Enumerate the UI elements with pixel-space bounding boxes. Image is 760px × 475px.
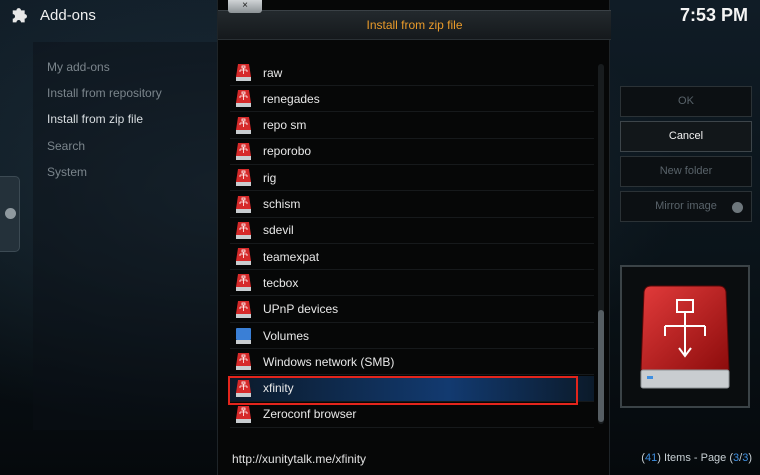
volume-drive-icon: [236, 328, 251, 344]
items-count: 41: [644, 452, 658, 464]
file-list-item[interactable]: teamexpat: [230, 244, 594, 271]
network-drive-icon: [236, 405, 251, 423]
file-list-item-label: schism: [263, 197, 301, 211]
mirror-image-label: Mirror image: [655, 200, 717, 212]
file-list-item[interactable]: schism: [230, 192, 594, 218]
file-list-item[interactable]: Volumes: [230, 323, 594, 349]
items-label: ) Items - Page (: [657, 452, 734, 464]
file-list-item-label: Zeroconf browser: [263, 407, 357, 422]
network-drive-icon: [236, 169, 251, 187]
file-list-item-label: raw: [263, 65, 283, 80]
file-list-item-label: renegades: [263, 91, 320, 106]
network-drive-icon: [236, 195, 251, 213]
menu-item-install-from-repository[interactable]: Install from repository: [47, 86, 162, 100]
radio-toggle-icon: [732, 202, 743, 213]
menu-item-system[interactable]: System: [47, 165, 87, 179]
new-folder-button[interactable]: New folder: [620, 156, 752, 187]
file-list-item-label: Volumes: [263, 328, 310, 343]
file-list-item[interactable]: Zeroconf browser: [230, 402, 594, 428]
file-list-item[interactable]: renegades: [230, 86, 594, 113]
header: Add-ons: [0, 0, 220, 30]
items-page-indicator: (41) Items - Page (3/3): [641, 452, 752, 464]
file-list-item-label: rig: [263, 170, 277, 185]
scrollbar[interactable]: [598, 64, 604, 424]
preview-thumbnail: [620, 265, 750, 408]
file-list-item-label: tecbox: [263, 275, 299, 290]
puzzle-icon: [12, 8, 27, 23]
current-path: http://xunitytalk.me/xfinity: [232, 452, 367, 466]
page-total: 3: [742, 452, 749, 464]
scrollbar-thumb[interactable]: [598, 310, 604, 422]
file-list-item[interactable]: reporobo: [230, 139, 594, 165]
dialog-header: Install from zip file: [218, 10, 611, 40]
file-list-item-label: teamexpat: [263, 249, 320, 264]
network-drive-icon: [640, 285, 730, 389]
network-drive-icon: [236, 300, 251, 318]
side-menu: My add-ons Install from repository Insta…: [33, 42, 217, 430]
network-drive-icon: [236, 248, 251, 266]
dialog-title: Install from zip file: [366, 18, 463, 32]
file-list-item[interactable]: rig: [230, 165, 594, 192]
side-panel-toggle[interactable]: [0, 176, 20, 252]
file-list-item[interactable]: tecbox: [230, 270, 594, 297]
selection-highlight-box: [228, 376, 578, 405]
network-drive-icon: [236, 142, 251, 160]
menu-item-install-from-zip[interactable]: Install from zip file: [47, 112, 143, 126]
network-drive-icon: [236, 221, 251, 239]
app-title: Add-ons: [40, 6, 96, 24]
file-list-item[interactable]: sdevil: [230, 218, 594, 244]
network-drive-icon: [236, 64, 251, 81]
file-list-item-label: reporobo: [263, 144, 312, 159]
file-list-item-label: UPnP devices: [263, 302, 339, 317]
clock: 7:53 PM: [679, 5, 748, 25]
network-drive-icon: [236, 274, 251, 292]
close-button[interactable]: ×: [228, 0, 262, 13]
menu-item-my-addons[interactable]: My add-ons: [47, 60, 110, 74]
network-drive-icon: [236, 116, 251, 134]
network-drive-icon: [236, 90, 251, 108]
file-list-item[interactable]: raw: [230, 60, 594, 86]
file-list-item[interactable]: Windows network (SMB): [230, 349, 594, 376]
file-list-item[interactable]: repo sm: [230, 113, 594, 139]
ok-button[interactable]: OK: [620, 86, 752, 117]
toggle-dot-icon: [5, 208, 16, 219]
file-list-item[interactable]: UPnP devices: [230, 297, 594, 323]
file-list-item-label: sdevil: [263, 223, 294, 238]
cancel-button[interactable]: Cancel: [620, 121, 752, 152]
menu-item-search[interactable]: Search: [47, 139, 85, 153]
mirror-image-toggle[interactable]: Mirror image: [620, 191, 752, 222]
network-drive-icon: [236, 353, 251, 371]
file-list-item-label: repo sm: [263, 118, 307, 133]
file-list-item-label: Windows network (SMB): [263, 354, 395, 369]
